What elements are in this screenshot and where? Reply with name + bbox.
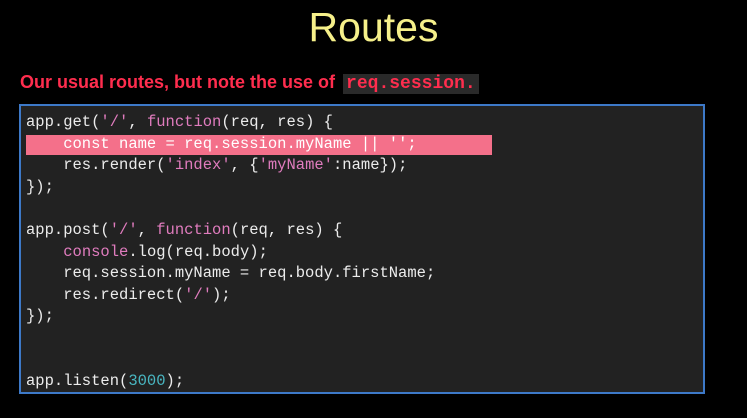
code-line-7: console.log(req.body); [26,242,699,264]
code-token: , [128,113,147,131]
code-keyword: function [156,220,231,239]
code-token: , [137,220,157,239]
code-token: .log(req.body); [128,242,268,261]
code-line-10: }); [26,306,699,328]
code-keyword: console [63,242,129,261]
slide-title: Routes [308,4,439,50]
code-block: app.get('/', function(req, res) { const … [19,104,705,394]
code-string: 'index' [165,156,231,175]
code-number: 3000 [128,372,166,391]
code-lines: app.get('/', function(req, res) { const … [26,112,699,392]
code-string: '' [388,134,408,153]
code-token: (req, res) { [230,220,343,239]
code-token: :name}); [332,156,408,175]
code-keyword: function [146,113,222,131]
code-token: }); [26,177,54,196]
code-line-6: app.post('/', function(req, res) { [26,220,699,242]
code-line-11-blank [26,328,699,350]
code-string: '/' [109,220,138,239]
code-token: app.post( [26,220,110,239]
code-line-2-highlighted: const name = req.session.myName || ''; [26,134,699,156]
code-string: '/' [184,285,213,304]
code-token: const name = req.session.myName || [26,134,389,153]
subtitle-code: req.session. [343,74,479,94]
code-line-5-blank [26,198,699,220]
subtitle-text: Our usual routes, but note the use of [20,72,336,92]
code-token: ; [407,134,417,153]
code-token: , { [230,156,259,175]
slide-subtitle: Our usual routes, but note the use of re… [20,69,479,95]
code-token: req.session.myName = req.body.firstName; [26,264,436,283]
code-line-4: }); [26,177,699,199]
code-line-12-blank [26,350,699,372]
code-token: res.render( [26,156,166,175]
code-line-3: res.render('index', {'myName':name}); [26,155,699,177]
code-token: res.redirect( [26,285,185,304]
code-token: ); [165,372,185,391]
code-token: ); [212,285,231,304]
code-token: }); [26,307,54,326]
code-token: app.get( [26,113,101,131]
code-token: (req, res) { [221,113,333,131]
code-line-8: req.session.myName = req.body.firstName; [26,263,699,285]
code-line-1: app.get('/', function(req, res) { [26,112,699,134]
code-string: 'myName' [258,156,333,175]
code-token: app.listen( [26,372,129,391]
code-line-13: app.listen(3000); [26,371,699,392]
code-line-9: res.redirect('/'); [26,285,699,307]
code-string: '/' [100,113,129,131]
